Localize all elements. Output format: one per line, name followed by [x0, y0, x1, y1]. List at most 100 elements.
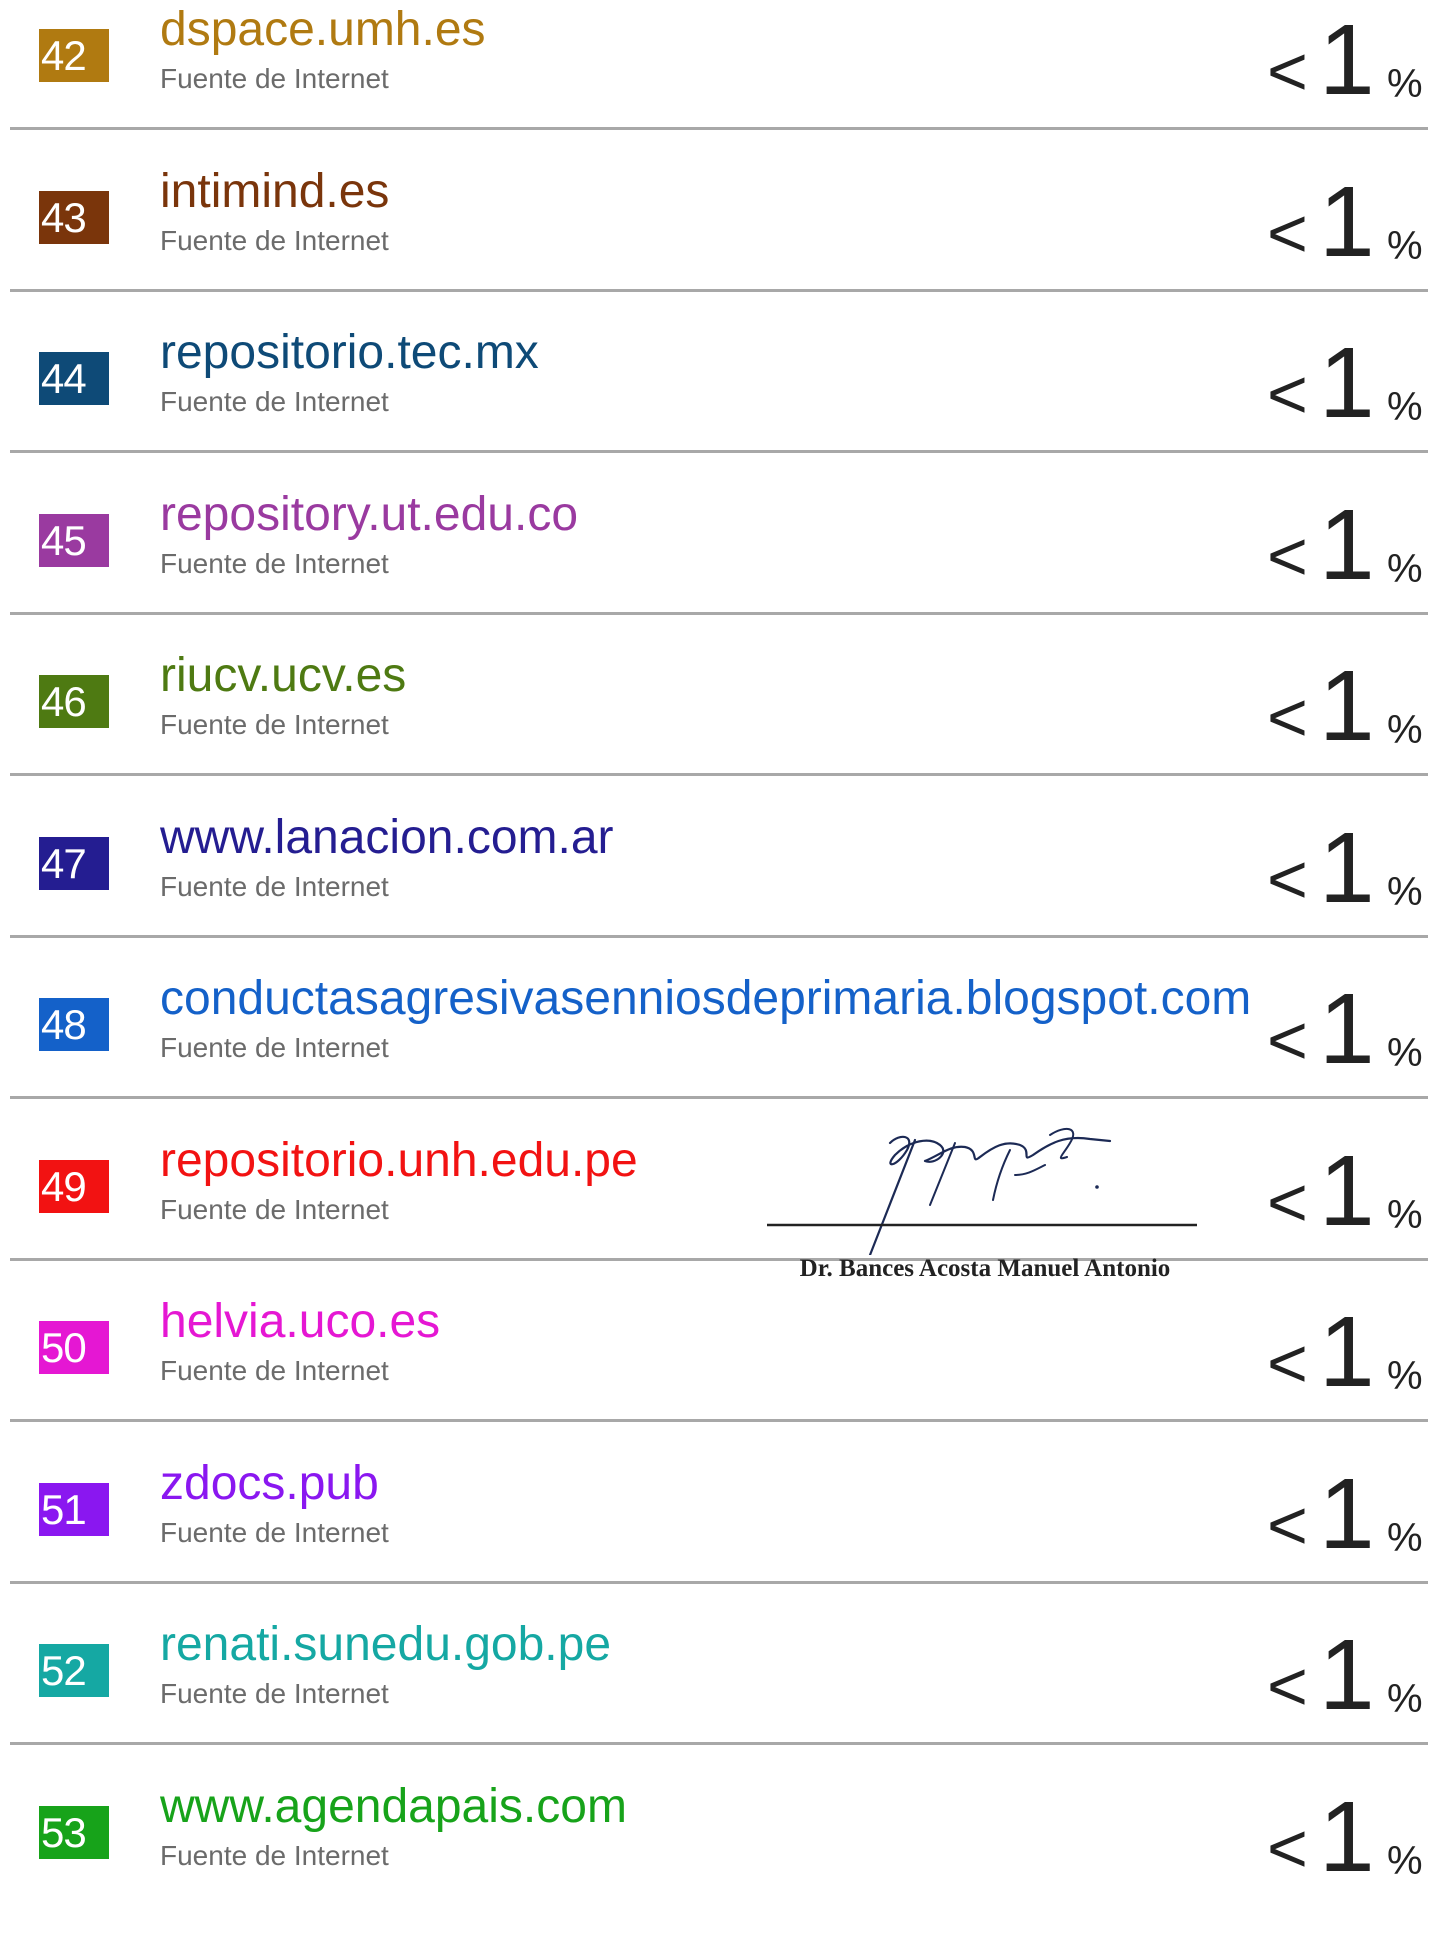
percentage-prefix: <	[1267, 1486, 1308, 1564]
source-name: www.lanacion.com.ar	[160, 811, 614, 864]
percentage-value: 1	[1319, 973, 1375, 1085]
source-row: 53 www.agendapais.com Fuente de Internet <1…	[0, 1777, 1437, 1939]
source-type: Fuente de Internet	[160, 548, 389, 579]
source-name: renati.sunedu.gob.pe	[160, 1618, 612, 1671]
percentage-value: 1	[1319, 489, 1375, 601]
row-divider	[10, 1096, 1428, 1099]
source-number-badge: 52	[39, 1644, 109, 1697]
source-percentage: <1%	[1267, 648, 1427, 758]
source-number-badge: 45	[39, 514, 109, 567]
percentage-value: 1	[1319, 1781, 1375, 1893]
percentage-sign: %	[1387, 385, 1423, 429]
row-divider	[10, 1581, 1428, 1584]
row-divider	[10, 1742, 1428, 1745]
source-percentage: <1%	[1267, 1779, 1427, 1889]
source-row: 45 repository.ut.edu.co Fuente de Internet…	[0, 485, 1437, 647]
percentage-sign: %	[1387, 62, 1423, 106]
percentage-value: 1	[1319, 327, 1375, 439]
percentage-sign: %	[1387, 1516, 1423, 1560]
source-type: Fuente de Internet	[160, 1355, 389, 1386]
source-number-badge: 44	[39, 352, 109, 405]
source-percentage: <1%	[1267, 164, 1427, 274]
signature-name: Dr. Bances Acosta Manuel Antonio	[799, 1255, 1171, 1282]
source-row: 50 helvia.uco.es Fuente de Internet <1%	[0, 1292, 1437, 1454]
source-number-badge: 42	[39, 29, 109, 82]
source-number-badge: 51	[39, 1483, 109, 1536]
percentage-sign: %	[1387, 224, 1423, 268]
percentage-sign: %	[1387, 1193, 1423, 1237]
source-type: Fuente de Internet	[160, 1678, 389, 1709]
source-row: 48 conductasagresivasenniosdeprimaria.blo…	[0, 969, 1437, 1131]
signature-block: Dr. Bances Acosta Manuel Antonio	[765, 1095, 1205, 1285]
source-row: 46 riucv.ucv.es Fuente de Internet <1%	[0, 646, 1437, 808]
source-number-badge: 50	[39, 1321, 109, 1374]
source-name: intimind.es	[160, 165, 390, 218]
percentage-value: 1	[1319, 166, 1375, 278]
percentage-prefix: <	[1267, 1324, 1308, 1402]
source-type: Fuente de Internet	[160, 871, 389, 902]
percentage-prefix: <	[1267, 194, 1308, 272]
percentage-prefix: <	[1267, 1001, 1308, 1079]
percentage-value: 1	[1319, 812, 1375, 924]
percentage-prefix: <	[1267, 1163, 1308, 1241]
source-percentage: <1%	[1267, 1294, 1427, 1404]
source-name: helvia.uco.es	[160, 1295, 441, 1348]
source-number-badge: 47	[39, 837, 109, 890]
percentage-prefix: <	[1267, 1647, 1308, 1725]
percentage-prefix: <	[1267, 678, 1308, 756]
source-type: Fuente de Internet	[160, 1840, 389, 1871]
percentage-value: 1	[1319, 4, 1375, 116]
row-divider	[10, 1258, 1428, 1261]
handwritten-signature	[767, 1127, 1197, 1257]
row-divider	[10, 612, 1428, 615]
source-row: 43 intimind.es Fuente de Internet <1%	[0, 162, 1437, 324]
source-percentage: <1%	[1267, 487, 1427, 597]
source-name: zdocs.pub	[160, 1457, 379, 1510]
percentage-sign: %	[1387, 1839, 1423, 1883]
source-type: Fuente de Internet	[160, 709, 389, 740]
row-divider	[10, 935, 1428, 938]
source-name: repositorio.unh.edu.pe	[160, 1134, 638, 1187]
source-name: www.agendapais.com	[160, 1780, 627, 1833]
percentage-sign: %	[1387, 708, 1423, 752]
source-type: Fuente de Internet	[160, 225, 389, 256]
source-type: Fuente de Internet	[160, 386, 389, 417]
source-name: dspace.umh.es	[160, 3, 486, 56]
percentage-prefix: <	[1267, 32, 1308, 110]
percentage-value: 1	[1319, 650, 1375, 762]
source-percentage: <1%	[1267, 1456, 1427, 1566]
source-number-badge: 46	[39, 675, 109, 728]
row-divider	[10, 127, 1428, 130]
percentage-prefix: <	[1267, 517, 1308, 595]
percentage-value: 1	[1319, 1296, 1375, 1408]
source-row: 52 renati.sunedu.gob.pe Fuente de Internet…	[0, 1615, 1437, 1777]
source-row: 49 repositorio.unh.edu.pe Fuente de Intern…	[0, 1131, 1437, 1293]
source-type: Fuente de Internet	[160, 63, 389, 94]
source-row: 44 repositorio.tec.mx Fuente de Internet <1…	[0, 323, 1437, 485]
source-row: 47 www.lanacion.com.ar Fuente de Internet <…	[0, 808, 1437, 970]
percentage-sign: %	[1387, 1677, 1423, 1721]
source-type: Fuente de Internet	[160, 1517, 389, 1548]
percentage-sign: %	[1387, 870, 1423, 914]
percentage-value: 1	[1319, 1458, 1375, 1570]
source-name: repository.ut.edu.co	[160, 488, 579, 541]
percentage-prefix: <	[1267, 840, 1308, 918]
row-divider	[10, 450, 1428, 453]
source-percentage: <1%	[1267, 971, 1427, 1081]
source-type: Fuente de Internet	[160, 1194, 389, 1225]
source-percentage: <1%	[1267, 2, 1427, 112]
percentage-sign: %	[1387, 1031, 1423, 1075]
source-percentage: <1%	[1267, 1617, 1427, 1727]
percentage-sign: %	[1387, 547, 1423, 591]
source-number-badge: 53	[39, 1806, 109, 1859]
percentage-prefix: <	[1267, 355, 1308, 433]
source-percentage: <1%	[1267, 1133, 1427, 1243]
source-number-badge: 49	[39, 1160, 109, 1213]
source-percentage: <1%	[1267, 325, 1427, 435]
source-number-badge: 48	[39, 998, 109, 1051]
source-name: riucv.ucv.es	[160, 649, 407, 702]
percentage-value: 1	[1319, 1619, 1375, 1731]
source-percentage: <1%	[1267, 810, 1427, 920]
row-divider	[10, 1419, 1428, 1422]
source-name: conductasagresivasenniosdeprimaria.blogs…	[160, 972, 1252, 1025]
